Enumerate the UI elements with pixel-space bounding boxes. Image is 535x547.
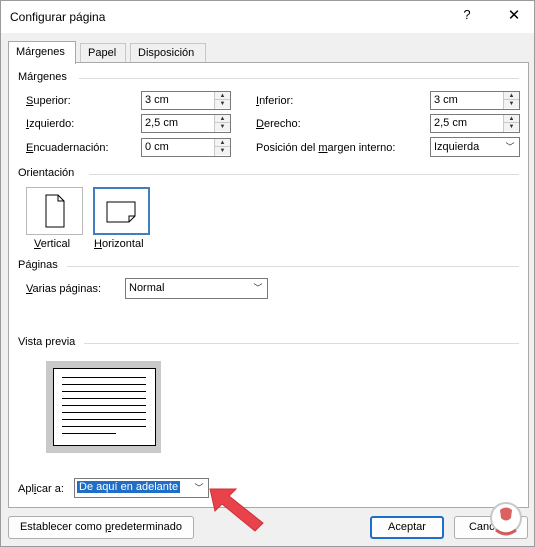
aplicar-a-label: Aplicar a: xyxy=(18,483,64,495)
tab-margenes[interactable]: Márgenes xyxy=(8,41,76,64)
orientation-group-title: Orientación xyxy=(18,167,75,179)
divider xyxy=(84,343,519,344)
varias-paginas-select[interactable]: Normal ﹀ xyxy=(125,278,268,299)
title-bar: Configurar página ? ✕ xyxy=(1,1,534,33)
landscape-page-icon xyxy=(106,201,136,223)
encuadernacion-label: Encuadernación: xyxy=(26,142,109,154)
preview-group-title: Vista previa xyxy=(18,336,76,348)
superior-value[interactable]: 3 cm xyxy=(145,94,169,106)
spinner-arrows[interactable]: ▲ ▼ xyxy=(503,92,519,109)
derecho-spinner[interactable]: 2,5 cm ▲ ▼ xyxy=(430,114,520,133)
tab-papel[interactable]: Papel xyxy=(80,43,126,63)
encuadernacion-spinner[interactable]: 0 cm ▲ ▼ xyxy=(141,138,231,157)
pages-group-title: Páginas xyxy=(18,259,58,271)
posicion-margen-label: Posición del margen interno: xyxy=(256,142,396,154)
aplicar-a-select[interactable]: De aquí en adelante ﹀ xyxy=(74,478,209,498)
tab-disposicion[interactable]: Disposición xyxy=(130,43,206,63)
varias-paginas-value: Normal xyxy=(129,282,165,294)
encuadernacion-value[interactable]: 0 cm xyxy=(145,141,169,153)
set-default-button[interactable]: Establecer como predeterminado xyxy=(8,516,194,539)
spin-up-icon[interactable]: ▲ xyxy=(504,92,519,100)
spin-down-icon[interactable]: ▼ xyxy=(215,123,230,131)
help-button[interactable]: ? xyxy=(457,7,477,22)
superior-label: Superior: xyxy=(26,95,71,107)
inferior-value[interactable]: 3 cm xyxy=(434,94,458,106)
portrait-page-icon xyxy=(45,194,65,228)
superior-spinner[interactable]: 3 cm ▲ ▼ xyxy=(141,91,231,110)
spin-up-icon[interactable]: ▲ xyxy=(215,92,230,100)
spin-up-icon[interactable]: ▲ xyxy=(215,115,230,123)
spinner-arrows[interactable]: ▲ ▼ xyxy=(214,115,230,132)
orientation-horizontal-option[interactable] xyxy=(93,187,150,235)
izquierdo-value[interactable]: 2,5 cm xyxy=(145,117,178,129)
izquierdo-label: Izquierdo: xyxy=(26,118,75,130)
posicion-margen-select[interactable]: Izquierda ﹀ xyxy=(430,137,520,157)
spinner-arrows[interactable]: ▲ ▼ xyxy=(214,92,230,109)
derecho-label: Derecho: xyxy=(256,118,301,130)
spin-up-icon[interactable]: ▲ xyxy=(504,115,519,123)
margins-group-title: Márgenes xyxy=(18,71,67,83)
spin-down-icon[interactable]: ▼ xyxy=(504,123,519,131)
page-setup-dialog: Configurar página ? ✕ Márgenes Papel Dis… xyxy=(0,0,535,547)
izquierdo-spinner[interactable]: 2,5 cm ▲ ▼ xyxy=(141,114,231,133)
orientation-vertical-option[interactable] xyxy=(26,187,83,235)
varias-paginas-label: Varias páginas: xyxy=(26,283,102,295)
inferior-label: Inferior: xyxy=(256,95,294,107)
close-button[interactable]: ✕ xyxy=(504,6,524,24)
accept-button[interactable]: Aceptar xyxy=(370,516,444,539)
spin-up-icon[interactable]: ▲ xyxy=(215,139,230,147)
divider xyxy=(67,266,519,267)
spin-down-icon[interactable]: ▼ xyxy=(504,100,519,108)
spin-down-icon[interactable]: ▼ xyxy=(215,147,230,155)
horizontal-label[interactable]: Horizontal xyxy=(94,238,144,250)
inferior-spinner[interactable]: 3 cm ▲ ▼ xyxy=(430,91,520,110)
spinner-arrows[interactable]: ▲ ▼ xyxy=(503,115,519,132)
spin-down-icon[interactable]: ▼ xyxy=(215,100,230,108)
chevron-down-icon[interactable]: ﹀ xyxy=(501,138,519,156)
chevron-down-icon[interactable]: ﹀ xyxy=(249,279,267,297)
spinner-arrows[interactable]: ▲ ▼ xyxy=(214,139,230,156)
red-arrow-pointer-icon xyxy=(209,488,264,532)
solvetic-logo-icon xyxy=(490,502,522,536)
preview-page xyxy=(53,368,156,446)
divider xyxy=(79,78,519,79)
aplicar-a-value: De aquí en adelante xyxy=(77,481,181,493)
preview-thumbnail xyxy=(46,361,161,453)
derecho-value[interactable]: 2,5 cm xyxy=(434,117,467,129)
dialog-title: Configurar página xyxy=(10,10,106,24)
divider xyxy=(89,174,519,175)
posicion-margen-value: Izquierda xyxy=(434,141,480,153)
vertical-label[interactable]: Vertical xyxy=(34,238,70,250)
tab-panel: Márgenes Superior: 3 cm ▲ ▼ Inferior: 3 c… xyxy=(8,62,529,532)
